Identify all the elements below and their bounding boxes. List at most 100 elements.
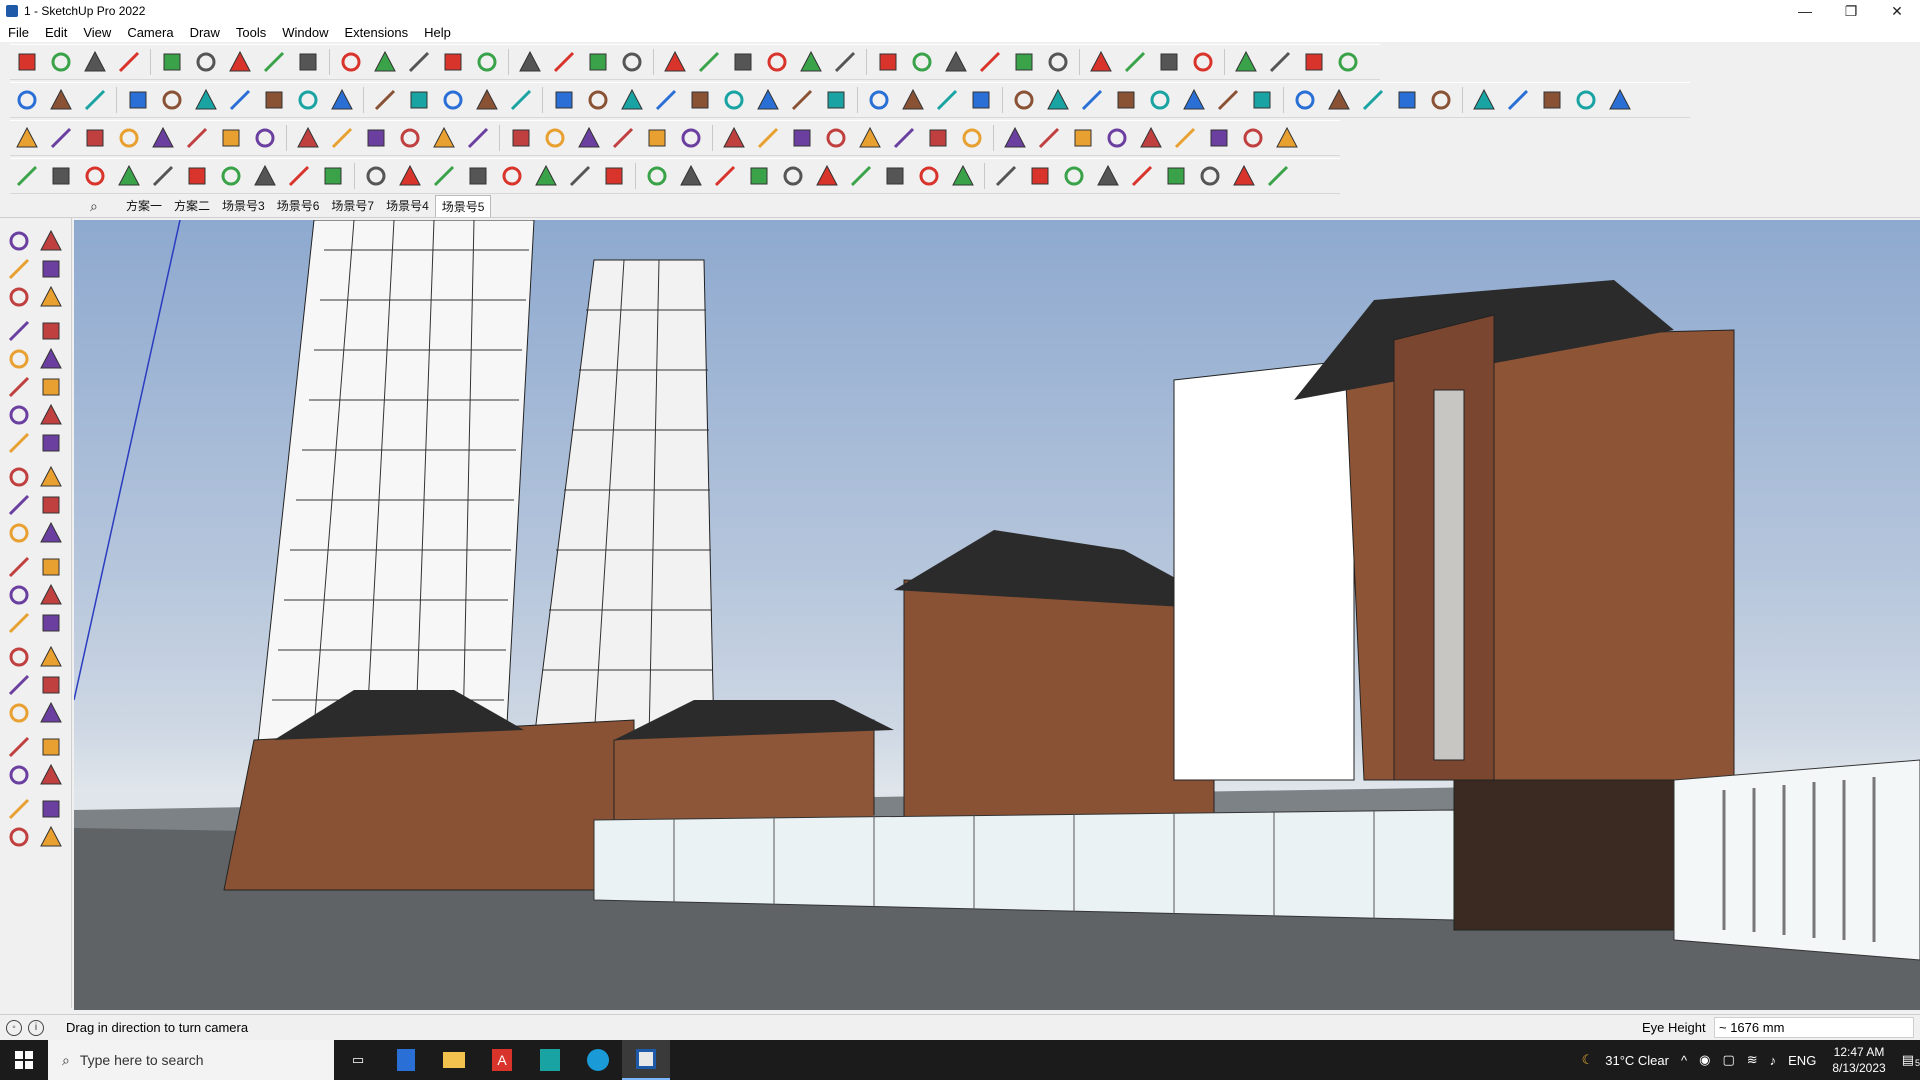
- tool-icon[interactable]: [6, 520, 32, 546]
- tool-icon[interactable]: [1326, 87, 1352, 113]
- tool-icon[interactable]: [125, 87, 151, 113]
- tool-icon[interactable]: [567, 163, 593, 189]
- tool-icon[interactable]: [218, 125, 244, 151]
- tool-icon[interactable]: [38, 824, 64, 850]
- tool-icon[interactable]: [38, 582, 64, 608]
- tool-icon[interactable]: [508, 125, 534, 151]
- tool-icon[interactable]: [721, 125, 747, 151]
- tool-icon[interactable]: [780, 163, 806, 189]
- tool-icon[interactable]: [1172, 125, 1198, 151]
- tool-icon[interactable]: [576, 125, 602, 151]
- tool-icon[interactable]: [993, 163, 1019, 189]
- tool-icon[interactable]: [320, 163, 346, 189]
- tool-icon[interactable]: [38, 464, 64, 490]
- tool-icon[interactable]: [6, 284, 32, 310]
- tool-icon[interactable]: [14, 87, 40, 113]
- tool-icon[interactable]: [746, 163, 772, 189]
- tool-icon[interactable]: [1095, 163, 1121, 189]
- scene-tab-2[interactable]: 方案二: [168, 195, 216, 216]
- tool-icon[interactable]: [517, 49, 543, 75]
- tool-icon[interactable]: [440, 49, 466, 75]
- tool-icon[interactable]: [261, 49, 287, 75]
- tool-icon[interactable]: [678, 125, 704, 151]
- tool-icon[interactable]: [823, 87, 849, 113]
- tool-icon[interactable]: [252, 125, 278, 151]
- tool-icon[interactable]: [1045, 49, 1071, 75]
- menu-draw[interactable]: Draw: [190, 25, 220, 40]
- wifi-icon[interactable]: ≋: [1747, 1052, 1758, 1068]
- tool-icon[interactable]: [6, 430, 32, 456]
- tool-icon[interactable]: [38, 700, 64, 726]
- tool-icon[interactable]: [730, 49, 756, 75]
- tool-icon[interactable]: [551, 49, 577, 75]
- tool-icon[interactable]: [363, 125, 389, 151]
- tool-icon[interactable]: [1265, 163, 1291, 189]
- scene-tab-1[interactable]: 方案一: [120, 195, 168, 216]
- tool-icon[interactable]: [397, 163, 423, 189]
- tool-icon[interactable]: [82, 163, 108, 189]
- tool-icon[interactable]: [1360, 87, 1386, 113]
- tool-icon[interactable]: [585, 87, 611, 113]
- tool-icon[interactable]: [38, 672, 64, 698]
- tool-icon[interactable]: [38, 256, 64, 282]
- tool-icon[interactable]: [1301, 49, 1327, 75]
- tool-icon[interactable]: [499, 163, 525, 189]
- tool-icon[interactable]: [6, 734, 32, 760]
- tool-icon[interactable]: [644, 125, 670, 151]
- tool-icon[interactable]: [959, 125, 985, 151]
- tool-icon[interactable]: [38, 284, 64, 310]
- scene-tab-4[interactable]: 场景号6: [271, 195, 326, 216]
- tool-icon[interactable]: [6, 610, 32, 636]
- weather-text[interactable]: 31°C Clear: [1605, 1053, 1669, 1068]
- taskbar-search[interactable]: ⌕ Type here to search: [48, 1040, 334, 1080]
- tool-icon[interactable]: [1104, 125, 1130, 151]
- tool-icon[interactable]: [193, 87, 219, 113]
- tool-icon[interactable]: [6, 402, 32, 428]
- tool-icon[interactable]: [38, 402, 64, 428]
- tool-icon[interactable]: [38, 554, 64, 580]
- tool-icon[interactable]: [1027, 163, 1053, 189]
- tool-icon[interactable]: [1129, 163, 1155, 189]
- tool-icon[interactable]: [1036, 125, 1062, 151]
- tool-icon[interactable]: [1061, 163, 1087, 189]
- tool-icon[interactable]: [338, 49, 364, 75]
- tool-icon[interactable]: [372, 87, 398, 113]
- tool-icon[interactable]: [968, 87, 994, 113]
- tool-icon[interactable]: [14, 49, 40, 75]
- tool-icon[interactable]: [431, 163, 457, 189]
- tool-icon[interactable]: [1088, 49, 1114, 75]
- search-icon[interactable]: ⌕: [90, 198, 98, 215]
- tool-icon[interactable]: [286, 163, 312, 189]
- tool-icon[interactable]: [14, 125, 40, 151]
- tool-icon[interactable]: [1394, 87, 1420, 113]
- meet-now-icon[interactable]: ▢: [1722, 1052, 1734, 1068]
- tool-icon[interactable]: [755, 125, 781, 151]
- tool-icon[interactable]: [925, 125, 951, 151]
- tool-icon[interactable]: [227, 49, 253, 75]
- tool-icon[interactable]: [1607, 87, 1633, 113]
- tool-icon[interactable]: [1163, 163, 1189, 189]
- model-viewport[interactable]: [74, 220, 1920, 1010]
- tool-icon[interactable]: [1122, 49, 1148, 75]
- tool-icon[interactable]: [6, 644, 32, 670]
- scene-tab-5[interactable]: 场景号7: [325, 195, 380, 216]
- menu-edit[interactable]: Edit: [45, 25, 67, 40]
- scene-tab-6[interactable]: 场景号4: [380, 195, 435, 216]
- tool-icon[interactable]: [218, 163, 244, 189]
- scene-tab-7[interactable]: 场景号5: [434, 194, 492, 217]
- tool-icon[interactable]: [6, 554, 32, 580]
- tool-icon[interactable]: [193, 49, 219, 75]
- tool-icon[interactable]: [1190, 49, 1216, 75]
- maximize-button[interactable]: ❐: [1828, 0, 1874, 22]
- tool-icon[interactable]: [6, 762, 32, 788]
- tool-icon[interactable]: [1002, 125, 1028, 151]
- tool-icon[interactable]: [48, 163, 74, 189]
- 3dsmax-icon[interactable]: [526, 1040, 574, 1080]
- tool-icon[interactable]: [38, 520, 64, 546]
- tool-icon[interactable]: [38, 346, 64, 372]
- clock[interactable]: 12:47 AM 8/13/2023: [1832, 1044, 1885, 1076]
- tool-icon[interactable]: [150, 125, 176, 151]
- tool-icon[interactable]: [882, 163, 908, 189]
- tool-icon[interactable]: [295, 87, 321, 113]
- tool-icon[interactable]: [6, 700, 32, 726]
